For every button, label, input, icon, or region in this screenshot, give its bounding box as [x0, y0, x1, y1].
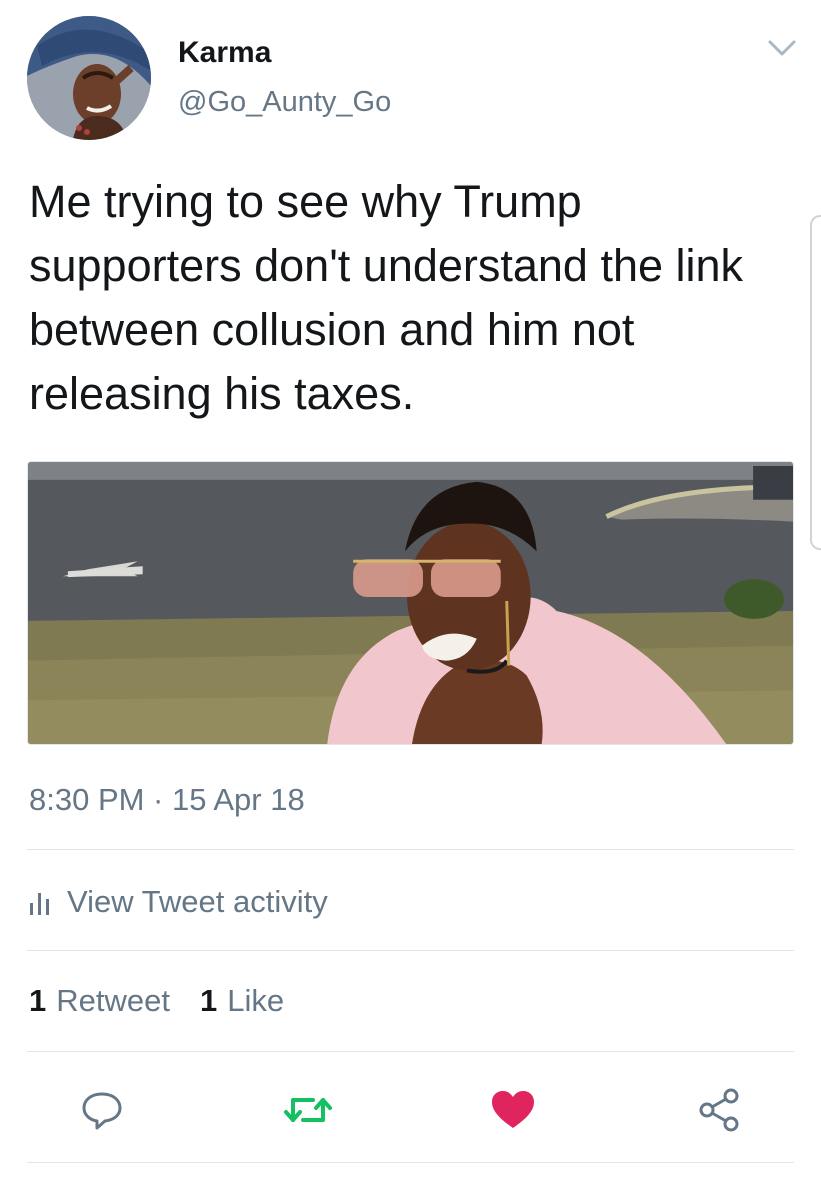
engagement-stats: 1 Retweet 1 Like [29, 983, 314, 1019]
meme-photo [28, 462, 793, 744]
author-handle[interactable]: @Go_Aunty_Go [178, 86, 391, 119]
divider [27, 1162, 794, 1163]
divider [27, 950, 794, 951]
scroll-indicator [810, 215, 821, 550]
avatar[interactable] [27, 16, 151, 140]
tweet-actions-bar [0, 1080, 821, 1140]
divider [27, 1051, 794, 1052]
speech-bubble-icon [82, 1092, 122, 1130]
view-tweet-activity-label: View Tweet activity [67, 884, 328, 919]
like-count-label: Like [227, 983, 285, 1018]
retweet-count-label: Retweet [56, 983, 170, 1018]
heart-icon [492, 1091, 534, 1128]
divider [27, 849, 794, 850]
avatar-image [27, 16, 151, 140]
author-display-name[interactable]: Karma [178, 36, 271, 70]
chevron-down-icon[interactable] [766, 36, 798, 60]
tweet-timestamp: 8:30 PM · 15 Apr 18 [29, 782, 305, 817]
like-button[interactable] [483, 1080, 543, 1140]
retweet-button[interactable] [278, 1080, 338, 1140]
bar-chart-icon [30, 893, 49, 915]
retweet-arrows-icon [284, 1098, 332, 1122]
retweet-count[interactable]: 1 Retweet [29, 983, 170, 1019]
view-tweet-activity-link[interactable]: View Tweet activity [29, 880, 328, 924]
tweet-text: Me trying to see why Trump supporters do… [29, 176, 744, 419]
share-nodes-icon [699, 1088, 739, 1132]
like-count-value: 1 [199, 983, 218, 1018]
retweet-count-value: 1 [29, 983, 47, 1018]
reply-button[interactable] [72, 1080, 132, 1140]
tweet-header: Karma @Go_Aunty_Go [0, 0, 821, 150]
share-button[interactable] [689, 1080, 749, 1140]
like-count[interactable]: 1 Like [200, 983, 284, 1019]
tweet-media-image[interactable] [27, 461, 794, 745]
